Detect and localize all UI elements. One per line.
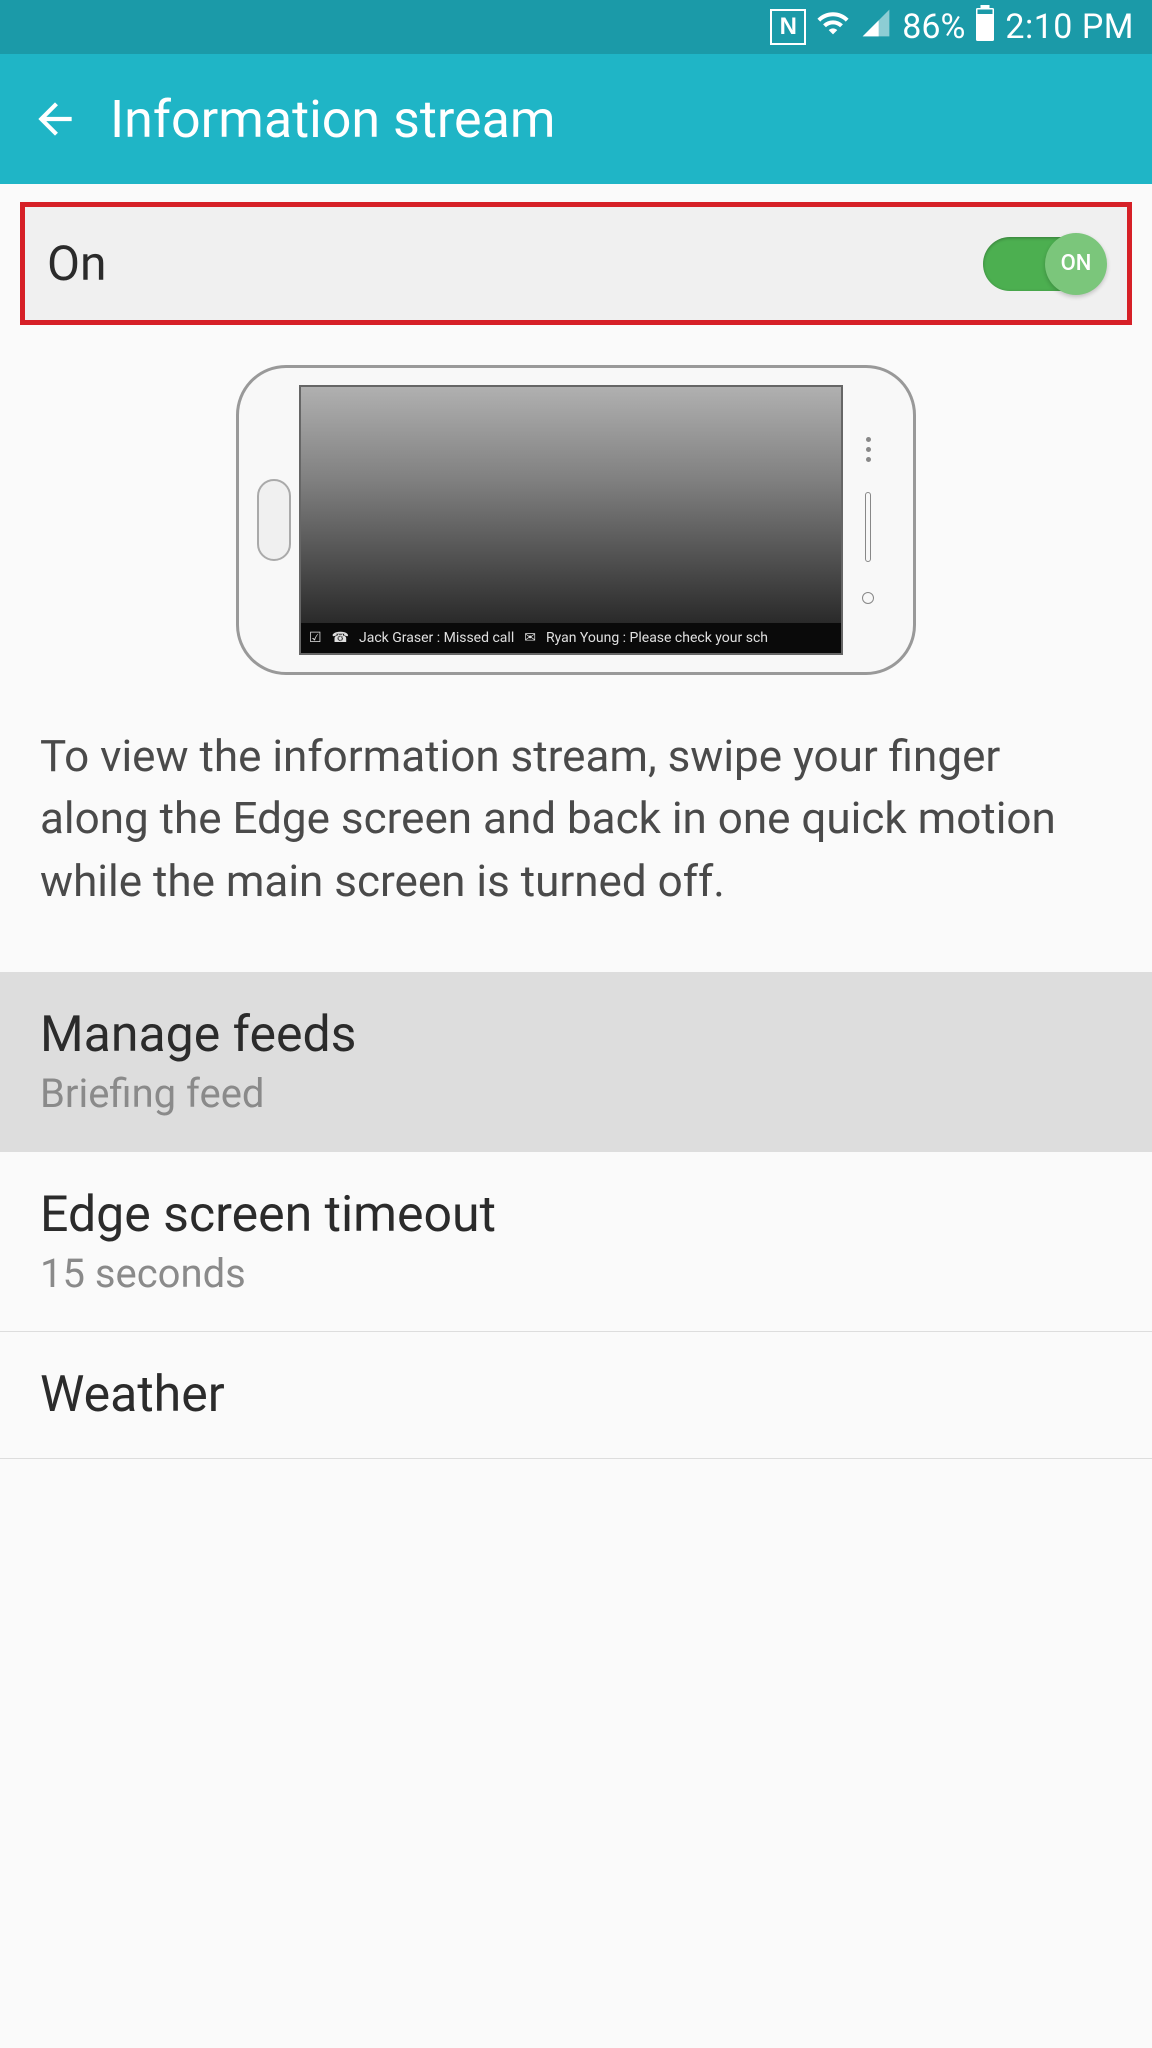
status-bar: N 86% 2:10 PM [0,0,1152,54]
setting-subtitle: 15 seconds [40,1250,1112,1297]
mail-icon: ✉ [524,630,536,646]
nfc-icon: N [770,9,806,45]
page-title: Information stream [110,89,555,150]
ticker-item-1: Jack Graser : Missed call [359,630,514,646]
toggle-switch[interactable]: ON [983,237,1105,291]
phone-speaker-graphic [865,492,871,562]
wifi-icon [816,6,850,48]
description-text: To view the information stream, swipe yo… [40,725,1112,912]
setting-title: Manage feeds [40,1006,1112,1064]
missed-call-icon: ☎ [332,630,349,646]
setting-title: Weather [40,1366,1112,1424]
toggle-knob: ON [1045,233,1107,295]
setting-edge-timeout[interactable]: Edge screen timeout 15 seconds [0,1152,1152,1332]
phone-ticker: ☑ ☎ Jack Graser : Missed call ✉ Ryan You… [301,623,841,653]
phone-camera-graphic [862,592,874,604]
back-arrow-icon[interactable] [30,94,80,144]
setting-manage-feeds[interactable]: Manage feeds Briefing feed [0,972,1152,1152]
setting-title: Edge screen timeout [40,1186,1112,1244]
phone-right-side [853,437,883,604]
setting-subtitle: Briefing feed [40,1070,1112,1117]
battery-icon [975,5,995,49]
phone-sensor-dots [866,437,871,462]
toggle-label: On [47,235,107,292]
phone-screen-graphic: ☑ ☎ Jack Graser : Missed call ✉ Ryan You… [299,385,843,655]
setting-weather[interactable]: Weather [0,1332,1152,1459]
settings-list: Manage feeds Briefing feed Edge screen t… [0,972,1152,1459]
checkbox-icon: ☑ [309,630,322,646]
ticker-item-2: Ryan Young : Please check your sch [546,630,768,646]
clock-text: 2:10 PM [1005,7,1134,47]
phone-illustration: ☑ ☎ Jack Graser : Missed call ✉ Ryan You… [236,365,916,675]
master-toggle-row[interactable]: On ON [20,202,1132,325]
signal-icon [860,7,892,47]
preview-section: ☑ ☎ Jack Graser : Missed call ✉ Ryan You… [0,325,1152,942]
app-bar: Information stream [0,54,1152,184]
phone-home-button-graphic [257,479,291,561]
status-icons-group: N 86% 2:10 PM [770,5,1134,49]
battery-percentage: 86% [902,7,965,47]
